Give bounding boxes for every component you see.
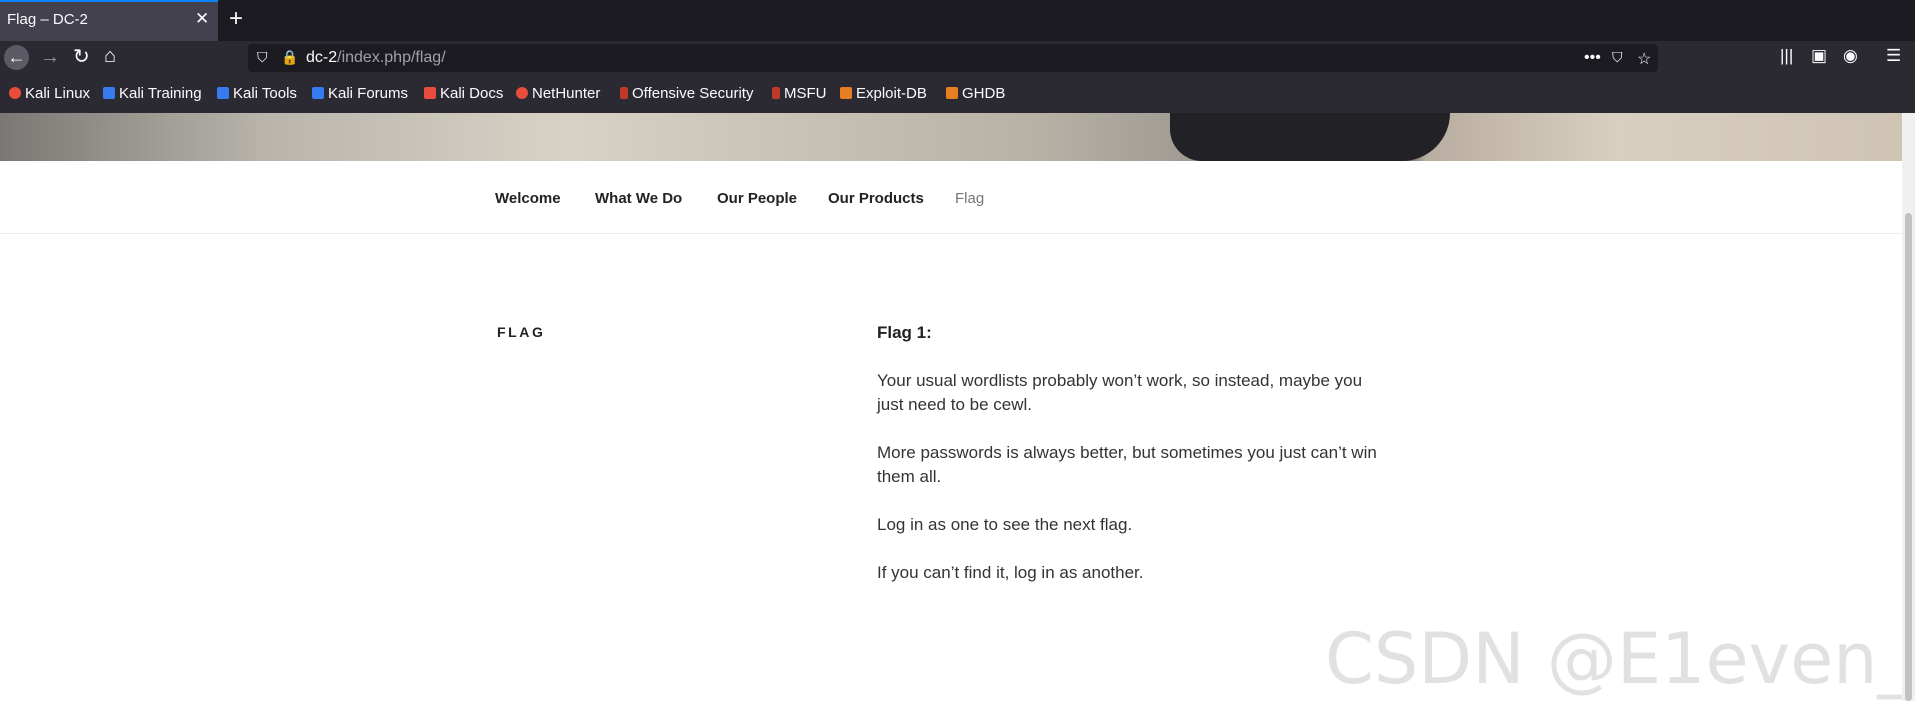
account-icon[interactable]: ◉ bbox=[1843, 46, 1858, 66]
content-paragraph: If you can’t find it, log in as another. bbox=[877, 563, 1144, 582]
bookmark-nethunter[interactable]: NetHunter bbox=[516, 85, 600, 102]
new-tab-button[interactable]: + bbox=[229, 5, 243, 33]
bookmark-label: Kali Tools bbox=[233, 85, 297, 102]
tab-strip: Flag – DC-2 ✕ + bbox=[0, 0, 1915, 41]
kali-forums-icon bbox=[312, 87, 324, 99]
forward-button[interactable]: → bbox=[40, 47, 60, 67]
menu-item-our-products[interactable]: Our Products bbox=[828, 190, 924, 207]
menu-item-welcome[interactable]: Welcome bbox=[495, 190, 561, 207]
header-image-dark-shape bbox=[1170, 113, 1450, 161]
kali-icon bbox=[9, 87, 21, 99]
insecure-lock-icon[interactable]: 🔒 bbox=[281, 49, 298, 66]
bookmark-msfu[interactable]: MSFU bbox=[772, 85, 827, 102]
header-image bbox=[0, 113, 1902, 161]
watermark: CSDN @E1even__ bbox=[1325, 618, 1915, 700]
menu-item-what-we-do[interactable]: What We Do bbox=[595, 190, 682, 207]
bookmark-kali-tools[interactable]: Kali Tools bbox=[217, 85, 297, 102]
bookmark-label: NetHunter bbox=[532, 85, 601, 102]
entry-content: Flag 1: Your usual wordlists probably wo… bbox=[877, 321, 1392, 609]
url-host: dc-2 bbox=[306, 49, 338, 66]
bookmark-star-icon[interactable]: ☆ bbox=[1637, 49, 1651, 69]
ghdb-icon bbox=[946, 87, 958, 99]
kali-tools-icon bbox=[217, 87, 229, 99]
bookmark-ghdb[interactable]: GHDB bbox=[946, 85, 1005, 102]
site-navigation: Welcome What We Do Our People Our Produc… bbox=[0, 161, 1902, 234]
menu-item-our-people[interactable]: Our People bbox=[717, 190, 797, 207]
tab-title: Flag – DC-2 bbox=[7, 11, 88, 28]
browser-toolbar: ← → ↻ ⌂ ⛉ 🔒 dc-2/index.php/flag/ ••• ⛉ ☆… bbox=[0, 41, 1915, 113]
bookmark-exploit-db[interactable]: Exploit-DB bbox=[840, 85, 927, 102]
scrollbar-thumb[interactable] bbox=[1905, 213, 1912, 701]
bookmark-label: Kali Linux bbox=[25, 85, 91, 102]
menu-hamburger-icon[interactable]: ☰ bbox=[1886, 46, 1901, 66]
menu-item-flag[interactable]: Flag bbox=[955, 190, 984, 207]
pocket-icon[interactable]: ⛉ bbox=[1612, 49, 1623, 66]
kali-training-icon bbox=[103, 87, 115, 99]
url-text[interactable]: dc-2/index.php/flag/ bbox=[306, 49, 446, 67]
offsec-icon bbox=[620, 87, 628, 99]
bookmark-label: Kali Docs bbox=[440, 85, 504, 102]
bookmark-label: Offensive Security bbox=[632, 85, 754, 102]
bookmark-kali-training[interactable]: Kali Training bbox=[103, 85, 202, 102]
bookmark-label: MSFU bbox=[784, 85, 827, 102]
page-actions-icon[interactable]: ••• bbox=[1584, 49, 1601, 67]
content-paragraph: Your usual wordlists probably won’t work… bbox=[877, 371, 1363, 414]
bookmarks-toolbar: Kali Linux Kali Training Kali Tools Kali… bbox=[0, 77, 1915, 113]
content-paragraph: More passwords is always better, but som… bbox=[877, 443, 1377, 486]
tab-close-icon[interactable]: ✕ bbox=[195, 9, 209, 29]
bookmark-offensive-security[interactable]: Offensive Security bbox=[620, 85, 753, 102]
library-icon[interactable]: ||| bbox=[1780, 46, 1793, 66]
bookmark-label: Kali Forums bbox=[328, 85, 409, 102]
nethunter-icon bbox=[516, 87, 528, 99]
browser-tab-active[interactable]: Flag – DC-2 ✕ bbox=[0, 0, 218, 41]
msfu-icon bbox=[772, 87, 780, 99]
bookmark-label: GHDB bbox=[962, 85, 1006, 102]
url-path: /index.php/flag/ bbox=[337, 49, 446, 66]
bookmark-kali-docs[interactable]: Kali Docs bbox=[424, 85, 503, 102]
home-button[interactable]: ⌂ bbox=[104, 46, 116, 66]
flag-heading: Flag 1: bbox=[877, 323, 932, 342]
content-paragraph: Log in as one to see the next flag. bbox=[877, 515, 1133, 534]
url-bar[interactable]: ⛉ 🔒 dc-2/index.php/flag/ ••• ⛉ ☆ bbox=[248, 44, 1658, 72]
reload-button[interactable]: ↻ bbox=[73, 47, 90, 67]
back-button[interactable]: ← bbox=[4, 45, 29, 70]
sidebar-icon[interactable]: ▣ bbox=[1811, 46, 1827, 66]
page-scrollbar[interactable] bbox=[1902, 113, 1915, 701]
bookmark-label: Exploit-DB bbox=[856, 85, 927, 102]
exploit-db-icon bbox=[840, 87, 852, 99]
bookmark-label: Kali Training bbox=[119, 85, 202, 102]
bookmark-kali-linux[interactable]: Kali Linux bbox=[9, 85, 90, 102]
bookmark-kali-forums[interactable]: Kali Forums bbox=[312, 85, 408, 102]
page-title: FLAG bbox=[497, 324, 546, 340]
shield-icon[interactable]: ⛉ bbox=[257, 49, 268, 66]
arrow-left-icon: ← bbox=[7, 47, 26, 67]
kali-docs-icon bbox=[424, 87, 436, 99]
